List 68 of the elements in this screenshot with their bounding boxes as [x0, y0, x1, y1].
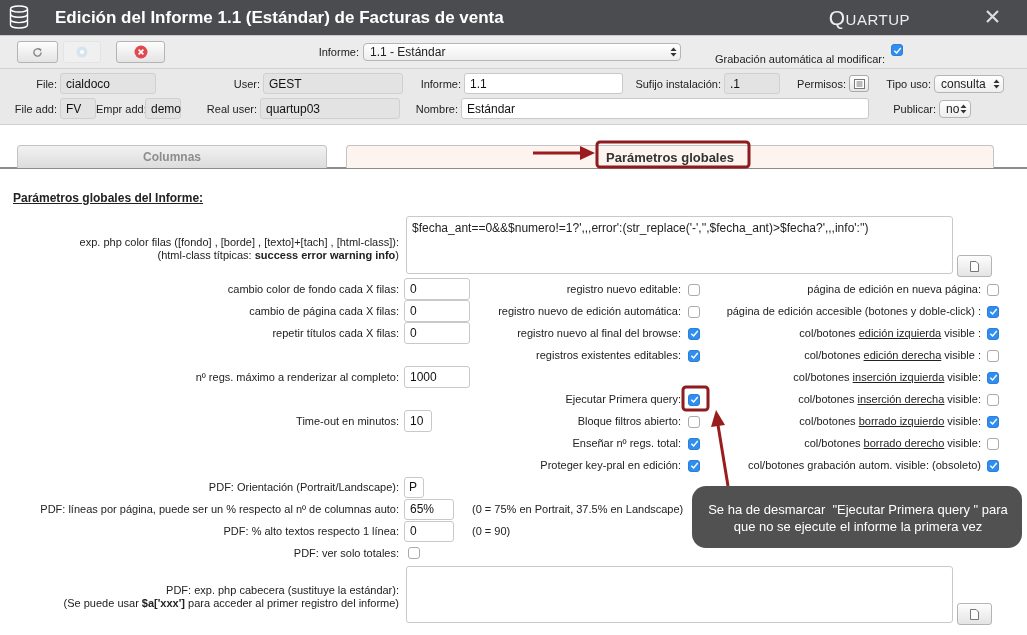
number-field[interactable]: 0: [404, 278, 470, 300]
section-heading: Parámetros globales del Informe:: [13, 191, 205, 206]
checkbox-label: página de edición en nueva página:: [806, 282, 982, 296]
tab[interactable]: Parámetros globales: [346, 145, 994, 168]
readonly-field: demo: [145, 98, 181, 119]
readonly-field: quartup03: [260, 98, 400, 119]
field-label: User:: [232, 77, 261, 90]
field-label: Time-out en minutos:: [295, 414, 400, 428]
field-label: exp. php color filas ([fondo] , [borde] , [texto]+[tach] , [html-class]): (html-class títpicas: success error warning info): [78, 236, 400, 262]
field-label: Permisos:: [796, 77, 847, 90]
number-field[interactable]: 0: [404, 322, 470, 344]
field-label: Sufijo instalación:: [634, 77, 722, 90]
checkbox-label: registro nuevo editable:: [565, 282, 682, 296]
hint-text: (0 = 75% en Portrait, 37.5% en Landscape): [472, 503, 684, 515]
field-label: Nombre:: [414, 102, 459, 115]
checkbox-label: página de edición accesible (botones y doble-click) :: [725, 304, 982, 318]
checkbox-label: Bloque filtros abierto:: [576, 414, 682, 428]
number-field[interactable]: 10: [404, 410, 432, 432]
field-label: Publicar:: [892, 102, 937, 115]
text-field[interactable]: 0: [404, 520, 454, 542]
checkbox-label: Proteger key-pral en edición:: [539, 458, 682, 472]
field-label: PDF: exp. php cabecera (sustituye la estándar): (Se puede usar $a['xxx'] para acceder al primer registro del informe): [62, 584, 400, 610]
field-label: PDF: líneas por página, puede ser un % respecto al nº de columnas auto:: [39, 502, 400, 516]
checkbox-label: Ejecutar Primera query:: [564, 392, 682, 406]
checkbox-label: col/botones borrado derecho visible:: [803, 436, 982, 450]
checkbox-label: registro nuevo al final del browse:: [516, 326, 682, 340]
field-label: Informe:: [317, 46, 360, 58]
readonly-field: cialdoco: [60, 73, 156, 94]
text-area[interactable]: $fecha_ant==0&&$numero!=1?',,,error':(str_replace('-','',$fecha_ant)>$fecha?',,,info':''): [406, 216, 953, 274]
field-label: Grabación automática al modificar:: [714, 53, 886, 65]
field-label: repetir títulos cada X filas:: [271, 326, 400, 340]
window-title: Edición del Informe 1.1 (Estándar) de Facturas de venta: [55, 7, 505, 28]
checkbox-label: col/botones grabación autom. visible: (obsoleto): [747, 458, 982, 472]
field-label: nº regs. máximo a renderizar al completo:: [194, 370, 400, 384]
checkbox-label: PDF: ver solo totales:: [292, 546, 400, 560]
field-label: PDF: Orientación (Portrait/Landscape):: [207, 480, 400, 494]
select-field[interactable]: no: [939, 99, 971, 118]
report-select[interactable]: 1.1 - Estándar: [363, 43, 681, 61]
field-label: cambio color de fondo cada X filas:: [226, 282, 400, 296]
readonly-field: .1: [724, 73, 780, 94]
tooltip: Se ha de desmarcar "Ejecutar Primera query " para que no se ejecute el informe la primera vez: [692, 486, 1022, 548]
brand-logo: QUARTUP: [828, 5, 910, 30]
checkbox-label: col/botones borrado izquierdo visible:: [798, 414, 982, 428]
checkbox-label: registros existentes editables:: [535, 348, 682, 362]
checkbox-label: col/botones edición derecha visible :: [803, 348, 982, 362]
checkbox-label: col/botones inserción derecha visible:: [797, 392, 982, 406]
readonly-field: GEST: [263, 73, 403, 94]
number-field[interactable]: 0: [404, 300, 470, 322]
field-label: Real user:: [205, 102, 258, 115]
checkbox-label: col/botones inserción izquierda visible:: [792, 370, 982, 384]
text-field[interactable]: P: [404, 476, 424, 498]
field-label: Empr add:: [96, 102, 145, 115]
text-field[interactable]: 1.1: [464, 73, 623, 94]
select-field[interactable]: consulta: [934, 74, 1004, 93]
hint-text: (0 = 90): [472, 525, 511, 537]
text-field[interactable]: Estándar: [461, 98, 869, 119]
field-label: File add:: [13, 102, 58, 115]
field-label: PDF: % alto textos respecto 1 línea:: [222, 524, 400, 538]
field-label: File:: [35, 77, 58, 90]
checkbox-label: Enseñar nº regs. total:: [571, 436, 682, 450]
field-label: cambio de página cada X filas:: [248, 304, 400, 318]
number-field[interactable]: 1000: [404, 366, 470, 388]
field-label: Tipo uso:: [885, 77, 932, 90]
text-field[interactable]: 65%: [404, 498, 454, 520]
checkbox-label: registro nuevo de edición automática:: [497, 304, 682, 318]
readonly-field: FV: [60, 98, 96, 119]
field-label: Informe:: [419, 77, 462, 90]
checkbox-label: col/botones edición izquierda visible :: [798, 326, 982, 340]
